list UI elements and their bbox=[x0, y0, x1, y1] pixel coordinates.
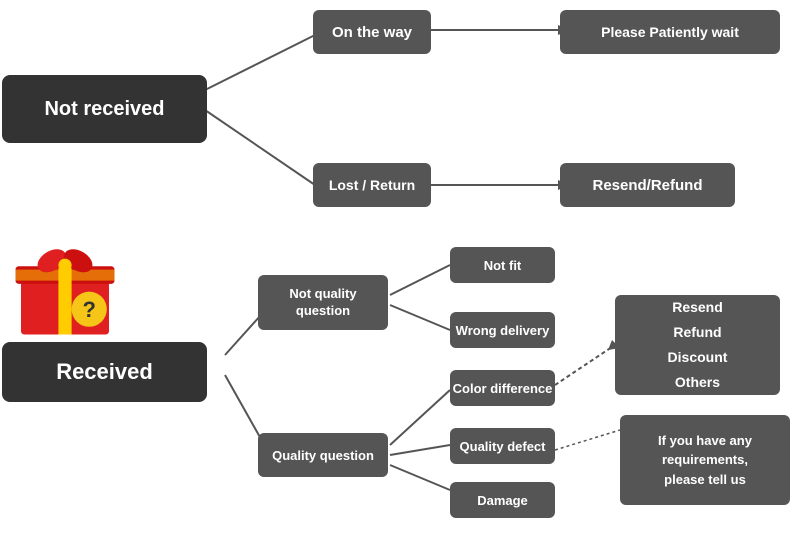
color-difference-node: Color difference bbox=[450, 370, 555, 406]
please-wait-node: Please Patiently wait bbox=[560, 10, 780, 54]
not-fit-node: Not fit bbox=[450, 247, 555, 283]
on-the-way-node: On the way bbox=[313, 10, 431, 54]
wrong-delivery-node: Wrong delivery bbox=[450, 312, 555, 348]
resend-refund-node-1: Resend/Refund bbox=[560, 163, 735, 207]
not-received-node: Not received bbox=[2, 75, 207, 143]
gift-icon: ? bbox=[10, 230, 130, 350]
svg-text:?: ? bbox=[82, 297, 95, 322]
requirements-label: If you have anyrequirements,please tell … bbox=[658, 431, 752, 490]
quality-defect-node: Quality defect bbox=[450, 428, 555, 464]
quality-question-node: Quality question bbox=[258, 433, 388, 477]
flowchart-diagram: Not received On the way Please Patiently… bbox=[0, 0, 800, 533]
resend-refund-label-2: ResendRefundDiscountOthers bbox=[668, 295, 728, 396]
lost-return-node: Lost / Return bbox=[313, 163, 431, 207]
not-quality-label: Not qualityquestion bbox=[289, 286, 356, 320]
resend-refund-node-2: ResendRefundDiscountOthers bbox=[615, 295, 780, 395]
received-node: Received bbox=[2, 342, 207, 402]
not-quality-question-node: Not qualityquestion bbox=[258, 275, 388, 330]
requirements-node: If you have anyrequirements,please tell … bbox=[620, 415, 790, 505]
damage-node: Damage bbox=[450, 482, 555, 518]
